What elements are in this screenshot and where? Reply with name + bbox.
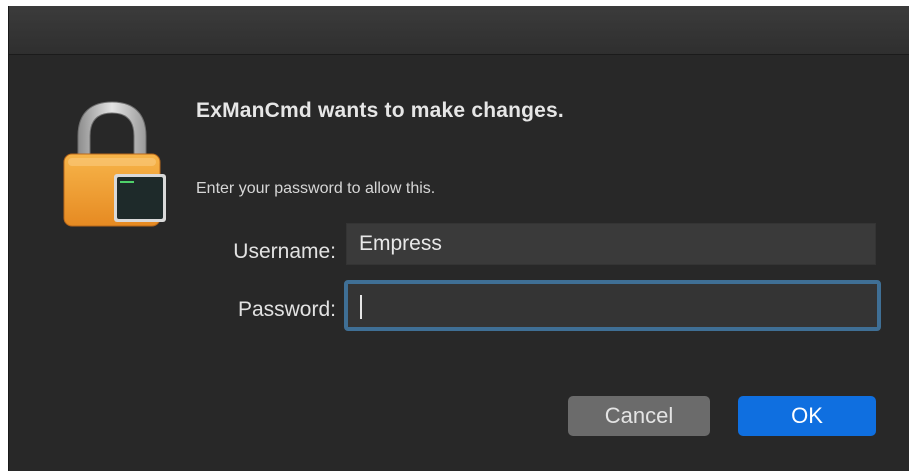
terminal-icon bbox=[114, 174, 166, 222]
ok-button[interactable]: OK bbox=[738, 396, 876, 436]
dialog-titlebar bbox=[9, 6, 909, 55]
dialog-subtitle: Enter your password to allow this. bbox=[196, 180, 436, 197]
password-label: Password: bbox=[237, 298, 336, 321]
username-label: Username: bbox=[233, 240, 336, 263]
lock-icon bbox=[63, 101, 166, 227]
password-field[interactable] bbox=[344, 280, 881, 331]
dialog-title: ExManCmd wants to make changes. bbox=[196, 99, 564, 122]
cancel-button[interactable]: Cancel bbox=[568, 396, 710, 436]
text-caret bbox=[360, 295, 362, 319]
username-field[interactable] bbox=[346, 223, 876, 265]
